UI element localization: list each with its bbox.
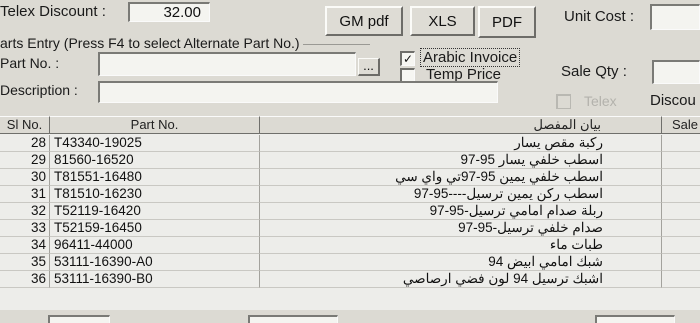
description-cell: ركبة مقص يسار — [260, 135, 662, 152]
pdf-button[interactable]: PDF — [478, 6, 536, 38]
unit-cost-field[interactable] — [650, 4, 700, 30]
sale-cell — [662, 237, 700, 254]
column-header-part-no[interactable]: Part No. — [50, 116, 260, 134]
table-row[interactable]: 34 96411-44000 طبات ماء — [0, 237, 700, 254]
telex-discount-field[interactable]: 32.00 — [128, 2, 210, 22]
part-no-cell: 96411-44000 — [50, 237, 260, 254]
description-label: Description : — [0, 82, 78, 98]
sl-no-cell: 28 — [0, 135, 50, 152]
sale-cell — [662, 271, 700, 288]
table-row[interactable]: 35 53111-16390-A0 شبك امامي ابيض 94 — [0, 254, 700, 271]
sale-cell — [662, 220, 700, 237]
table-row[interactable]: 31 T81510-16230 اسطب ركن يمين ترسيل----9… — [0, 186, 700, 203]
unit-cost-label: Unit Cost : — [564, 8, 635, 25]
description-cell: طبات ماء — [260, 237, 662, 254]
footer-field-3[interactable] — [595, 315, 675, 323]
description-cell: صدام خلفي ترسيل-95-97 — [260, 220, 662, 237]
description-cell: اسطب ركن يمين ترسيل----95-97 — [260, 186, 662, 203]
sale-cell — [662, 135, 700, 152]
table-row[interactable]: 36 53111-16390-B0 اشبك ترسيل 94 لون فضي … — [0, 271, 700, 288]
sale-cell — [662, 186, 700, 203]
part-no-cell: T52119-16420 — [50, 203, 260, 220]
telex-discount-label: Telex Discount : — [0, 3, 106, 20]
part-lookup-button[interactable]: ... — [358, 58, 380, 76]
sl-no-cell: 36 — [0, 271, 50, 288]
telex-check-label: Telex — [584, 93, 617, 109]
xls-button[interactable]: XLS — [410, 6, 475, 36]
gm-pdf-button[interactable]: GM pdf — [325, 6, 403, 36]
description-field[interactable] — [98, 81, 498, 103]
description-cell: اسطب خلفي يسار 95-97 — [260, 152, 662, 169]
sl-no-cell: 34 — [0, 237, 50, 254]
column-header-sl-no[interactable]: Sl No. — [0, 116, 50, 134]
parts-grid[interactable]: Sl No. Part No. بيان المفصل Sale 28 T433… — [0, 116, 700, 323]
sl-no-cell: 32 — [0, 203, 50, 220]
sl-no-cell: 33 — [0, 220, 50, 237]
part-no-cell: T43340-19025 — [50, 135, 260, 152]
sale-qty-label: Sale Qty : — [561, 63, 627, 80]
sale-cell — [662, 169, 700, 186]
sale-cell — [662, 254, 700, 271]
footer-field-2[interactable] — [248, 315, 338, 323]
description-cell: اسطب خلفي يمين 95-97تي واي سي — [260, 169, 662, 186]
sl-no-cell: 35 — [0, 254, 50, 271]
column-header-sale[interactable]: Sale — [662, 116, 700, 134]
part-no-cell: 53111-16390-B0 — [50, 271, 260, 288]
column-header-description[interactable]: بيان المفصل — [260, 116, 662, 134]
description-cell: ربلة صدام امامي ترسيل-95-97 — [260, 203, 662, 220]
part-no-cell: T81551-16480 — [50, 169, 260, 186]
description-cell: شبك امامي ابيض 94 — [260, 254, 662, 271]
sale-qty-field[interactable] — [652, 60, 700, 84]
table-row[interactable]: 28 T43340-19025 ركبة مقص يسار — [0, 135, 700, 152]
part-no-cell: T81510-16230 — [50, 186, 260, 203]
sl-no-cell: 30 — [0, 169, 50, 186]
sl-no-cell: 29 — [0, 152, 50, 169]
sl-no-cell: 31 — [0, 186, 50, 203]
table-row[interactable]: 32 T52119-16420 ربلة صدام امامي ترسيل-95… — [0, 203, 700, 220]
part-no-field[interactable] — [98, 52, 356, 76]
sale-cell — [662, 152, 700, 169]
telex-checkbox[interactable] — [556, 94, 571, 109]
arabic-invoice-checkbox[interactable]: ✓ — [400, 51, 415, 66]
part-no-cell: 53111-16390-A0 — [50, 254, 260, 271]
parts-entry-label: arts Entry (Press F4 to select Alternate… — [0, 35, 303, 51]
description-cell: اشبك ترسيل 94 لون فضي ارصاصي — [260, 271, 662, 288]
footer-field-1[interactable] — [48, 315, 110, 323]
table-row[interactable]: 29 81560-16520 اسطب خلفي يسار 95-97 — [0, 152, 700, 169]
table-row[interactable]: 30 T81551-16480 اسطب خلفي يمين 95-97تي و… — [0, 169, 700, 186]
table-row[interactable]: 33 T52159-16450 صدام خلفي ترسيل-95-97 — [0, 220, 700, 237]
part-no-cell: T52159-16450 — [50, 220, 260, 237]
part-no-cell: 81560-16520 — [50, 152, 260, 169]
sale-cell — [662, 203, 700, 220]
part-no-label: Part No. : — [0, 55, 60, 71]
arabic-invoice-label: Arabic Invoice — [419, 48, 521, 67]
discount-label: Discou — [650, 92, 696, 109]
